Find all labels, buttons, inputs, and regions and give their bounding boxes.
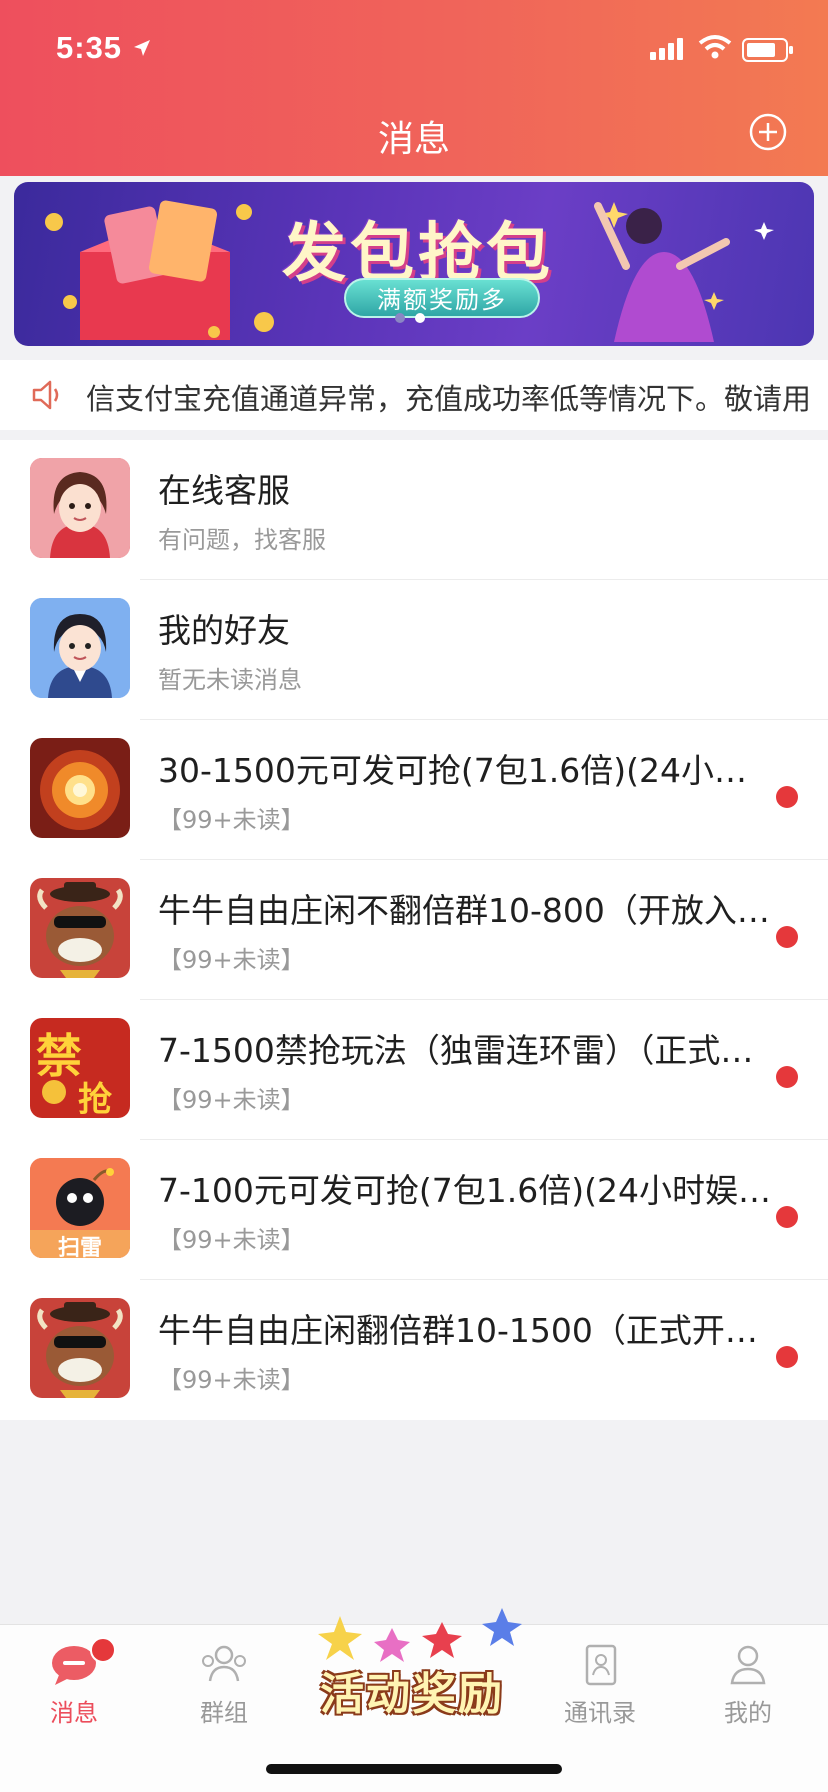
avatar-text-saolei: 扫雷	[57, 1236, 102, 1258]
list-item[interactable]: 在线客服 有问题，找客服	[0, 440, 828, 580]
avatar	[30, 598, 130, 698]
battery-icon	[742, 38, 793, 62]
notice-bar[interactable]: 信支付宝充值通道异常，充值成功率低等情况下。敬请用	[0, 360, 828, 430]
avatar	[30, 878, 130, 978]
conversation-title: 牛牛自由庄闲不翻倍群10-800（开放入…	[158, 891, 770, 930]
conversation-list: 在线客服 有问题，找客服 我的好友 暂无未读消息 30-1500元可发可抢(7包…	[0, 440, 828, 1420]
unread-dot	[776, 1066, 798, 1088]
coin-icon	[42, 1080, 66, 1104]
friends-avatar-icon	[30, 598, 130, 698]
tab-label: 消息	[50, 1699, 98, 1727]
tab-label: 通讯录	[564, 1699, 636, 1727]
header-bar: 5:35 消息	[0, 0, 828, 176]
speaker-icon	[32, 380, 59, 410]
avatar: 禁 抢	[30, 1018, 130, 1118]
conversation-title: 7-1500禁抢玩法（独雷连环雷）（正式…	[158, 1031, 754, 1070]
tab-me[interactable]: 我的	[688, 1643, 808, 1728]
conversation-subtitle: 【99+未读】	[158, 806, 305, 834]
status-time: 5:35	[56, 30, 123, 65]
unread-dot	[776, 926, 798, 948]
home-indicator	[266, 1764, 562, 1774]
avatar	[30, 738, 130, 838]
tab-label: 我的	[724, 1699, 772, 1727]
bull-mascot-avatar-icon	[30, 878, 130, 978]
cellular-signal-icon	[650, 38, 683, 60]
unread-dot	[776, 1346, 798, 1368]
plus-circle-icon[interactable]	[748, 112, 788, 152]
unread-dot	[776, 786, 798, 808]
banner-pill: 满额奖励多	[344, 278, 540, 318]
customer-service-avatar-icon	[30, 458, 130, 558]
conversation-subtitle: 有问题，找客服	[158, 526, 326, 554]
page-title: 消息	[377, 119, 450, 160]
contacts-book-icon	[585, 1644, 617, 1686]
status-bar: 5:35	[0, 0, 828, 100]
conversation-subtitle: 暂无未读消息	[158, 666, 302, 694]
avatar-text-qiang: 抢	[78, 1080, 112, 1118]
tab-contacts[interactable]: 通讯录	[540, 1643, 660, 1728]
carousel-dot[interactable]	[395, 313, 405, 323]
avatar: 扫雷	[30, 1158, 130, 1258]
list-item[interactable]: 我的好友 暂无未读消息	[0, 580, 828, 720]
avatar	[30, 1298, 130, 1398]
conversation-title: 我的好友	[158, 611, 290, 650]
list-item[interactable]: 牛牛自由庄闲翻倍群10-1500（正式开… 【99+未读】	[0, 1280, 828, 1420]
location-arrow-icon	[134, 40, 150, 56]
conversation-subtitle: 【99+未读】	[158, 1226, 305, 1254]
conversation-title: 在线客服	[158, 471, 290, 510]
conversation-subtitle: 【99+未读】	[158, 946, 305, 974]
explosion-avatar-icon	[30, 738, 130, 838]
avatar	[30, 458, 130, 558]
tab-label: 群组	[200, 1699, 248, 1727]
conversation-title: 牛牛自由庄闲翻倍群10-1500（正式开…	[158, 1311, 758, 1350]
list-item[interactable]: 30-1500元可发可抢(7包1.6倍)(24小时… 【99+未读】	[0, 720, 828, 860]
list-item[interactable]: 牛牛自由庄闲不翻倍群10-800（开放入… 【99+未读】	[0, 860, 828, 1000]
list-item[interactable]: 禁 抢 7-1500禁抢玩法（独雷连环雷）（正式… 【99+未读】	[0, 1000, 828, 1140]
list-item[interactable]: 扫雷 7-100元可发可抢(7包1.6倍)(24小时娱乐) 【99+未读】	[0, 1140, 828, 1280]
bull-mascot-avatar-icon	[30, 1298, 130, 1398]
unread-dot	[90, 1637, 116, 1663]
activity-reward-button[interactable]: 活动奖励	[312, 1606, 526, 1726]
group-icon	[202, 1645, 246, 1682]
conversation-subtitle: 【99+未读】	[158, 1086, 305, 1114]
wifi-icon	[698, 35, 732, 59]
tab-messages[interactable]: 消息	[14, 1637, 134, 1728]
avatar-text-ban: 禁	[36, 1029, 82, 1083]
conversation-title: 7-100元可发可抢(7包1.6倍)(24小时娱乐)	[158, 1171, 778, 1210]
conversation-title: 30-1500元可发可抢(7包1.6倍)(24小时…	[158, 751, 778, 790]
carousel-dots	[390, 308, 430, 327]
person-icon	[730, 1645, 766, 1685]
unread-dot	[776, 1206, 798, 1228]
carousel-dot-active[interactable]	[415, 313, 425, 323]
tab-groups[interactable]: 群组	[164, 1643, 284, 1728]
conversation-subtitle: 【99+未读】	[158, 1366, 305, 1394]
promo-label: 活动奖励	[320, 1669, 504, 1720]
notice-text: 信支付宝充值通道异常，充值成功率低等情况下。敬请用	[86, 382, 812, 416]
